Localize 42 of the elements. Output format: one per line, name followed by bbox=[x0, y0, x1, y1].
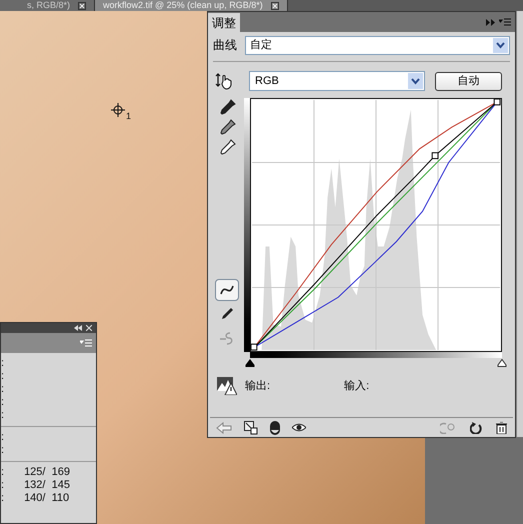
shadow-input-slider[interactable] bbox=[246, 359, 254, 367]
curve-tool-button[interactable] bbox=[215, 279, 239, 301]
info-value: 140/ 110 bbox=[24, 493, 70, 504]
info-label: : bbox=[1, 358, 4, 369]
expand-icon[interactable] bbox=[486, 18, 495, 26]
info-label: : bbox=[1, 445, 4, 456]
input-label: 输入: bbox=[344, 378, 370, 394]
trash-icon[interactable] bbox=[496, 422, 507, 434]
preset-label: 曲线 bbox=[213, 37, 237, 54]
clip-layer-icon[interactable] bbox=[244, 420, 258, 434]
info-label: : bbox=[1, 397, 4, 408]
preset-dropdown[interactable]: 自定 bbox=[245, 36, 510, 54]
eyedropper-icon[interactable] bbox=[220, 119, 236, 135]
info-label: : bbox=[1, 384, 4, 395]
close-icon[interactable] bbox=[78, 2, 86, 10]
panel-tab[interactable]: 调整 bbox=[208, 13, 240, 32]
eyedropper-icon[interactable] bbox=[220, 99, 236, 115]
eye-icon[interactable] bbox=[292, 423, 306, 432]
hand-adjust-icon[interactable] bbox=[215, 72, 233, 90]
info-label: : bbox=[1, 493, 4, 504]
info-label: : bbox=[1, 371, 4, 382]
pencil-icon bbox=[219, 306, 235, 322]
channel-dropdown[interactable]: RGB bbox=[249, 71, 425, 91]
info-label: : bbox=[1, 480, 4, 491]
output-label: 输出: bbox=[245, 378, 270, 394]
highlight-input-slider[interactable] bbox=[498, 359, 506, 367]
smooth-icon bbox=[219, 330, 235, 346]
menu-icon[interactable] bbox=[499, 18, 511, 26]
info-value: 125/ 169 bbox=[24, 467, 70, 478]
auto-button[interactable]: 自动 bbox=[435, 72, 502, 90]
scrollbar[interactable] bbox=[516, 11, 523, 437]
reset-icon[interactable] bbox=[470, 422, 482, 434]
back-arrow-icon[interactable] bbox=[216, 422, 232, 434]
clipping-warning-icon[interactable] bbox=[217, 377, 237, 395]
eyedropper-icon[interactable] bbox=[220, 139, 236, 155]
info-label: : bbox=[1, 432, 4, 443]
info-value: 132/ 145 bbox=[24, 480, 70, 491]
info-label: : bbox=[1, 410, 4, 421]
info-label: : bbox=[1, 467, 4, 478]
layer-mask-icon[interactable] bbox=[270, 420, 280, 434]
collapse-icon[interactable] bbox=[74, 325, 82, 331]
close-icon[interactable] bbox=[270, 2, 279, 10]
